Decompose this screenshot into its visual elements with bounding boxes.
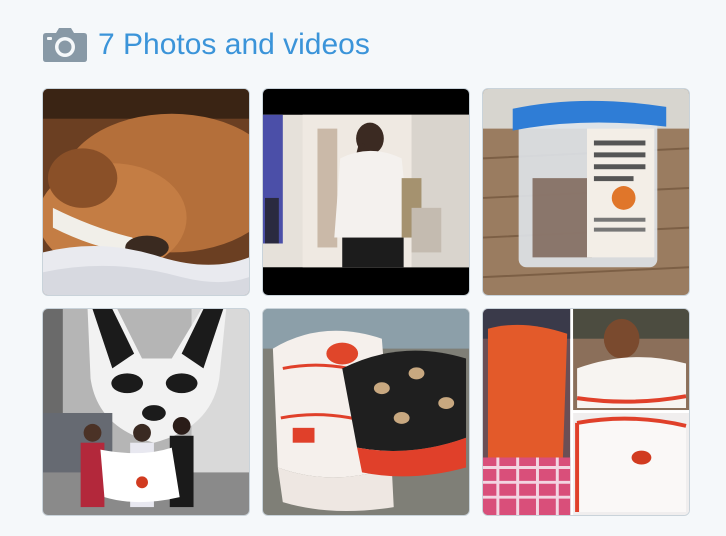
blanket-collage-image xyxy=(483,309,689,515)
students-with-blanket-image xyxy=(43,309,249,515)
video-thumbnail-girl-carrying-box[interactable] xyxy=(262,88,470,296)
media-header[interactable]: 7 Photos and videos xyxy=(42,24,370,66)
donation-jar-image xyxy=(483,89,689,295)
girl-carrying-box-image xyxy=(263,89,469,295)
photo-thumbnail-dog-sleeping[interactable] xyxy=(42,88,250,296)
photo-thumbnail-donation-jar[interactable] xyxy=(482,88,690,296)
photo-thumbnail-folded-blankets[interactable] xyxy=(262,308,470,516)
folded-blankets-image xyxy=(263,309,469,515)
photo-thumbnail-students-with-blanket[interactable] xyxy=(42,308,250,516)
media-grid xyxy=(42,88,692,516)
dog-sleeping-image xyxy=(43,89,249,295)
camera-icon xyxy=(43,28,87,62)
photo-thumbnail-blanket-collage[interactable] xyxy=(482,308,690,516)
media-title[interactable]: 7 Photos and videos xyxy=(98,24,370,66)
